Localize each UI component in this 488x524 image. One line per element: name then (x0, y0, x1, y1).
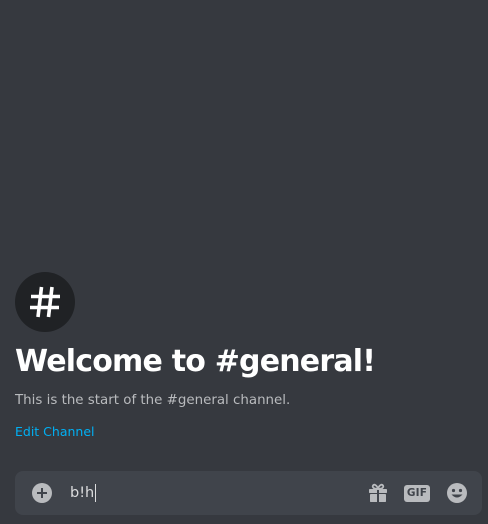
channel-icon-circle (15, 272, 75, 332)
gif-icon[interactable]: GIF (403, 482, 431, 504)
gift-icon[interactable] (366, 482, 390, 504)
welcome-subtitle: This is the start of the #general channe… (15, 393, 291, 408)
message-composer: b!h GIF (15, 471, 482, 515)
edit-channel-link[interactable]: Edit Channel (15, 424, 95, 440)
channel-view: Welcome to #general! This is the start o… (0, 0, 488, 524)
message-input-text: b!h (70, 485, 95, 501)
hash-icon (30, 286, 60, 318)
add-circle-icon[interactable] (32, 483, 52, 503)
welcome-title: Welcome to #general! (15, 344, 376, 379)
emoji-icon[interactable] (445, 482, 469, 504)
message-input[interactable]: b!h (70, 482, 350, 504)
channel-welcome: Welcome to #general! This is the start o… (15, 272, 475, 440)
gif-label: GIF (403, 484, 431, 502)
text-caret (95, 484, 97, 502)
